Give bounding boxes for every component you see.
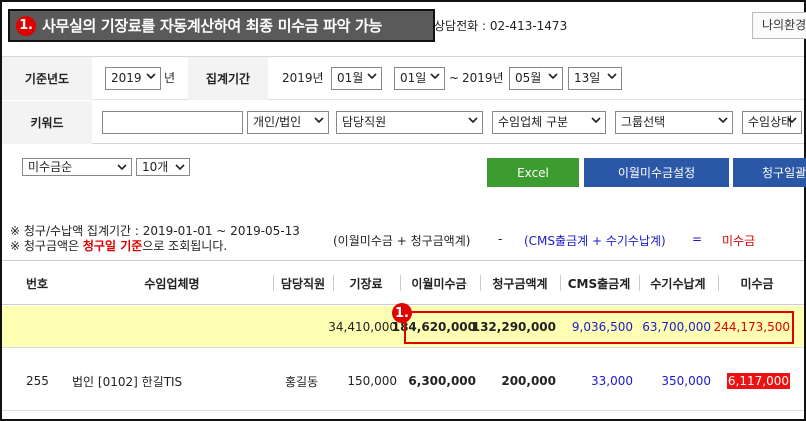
- group-select-value: 그룹선택: [621, 115, 666, 129]
- col-header-cms: CMS출금계: [567, 277, 631, 291]
- table-header: 번호 수임업체명 담당직원 기장료 이월미수금 청구금액계 CMS출금계 수기수…: [2, 260, 804, 305]
- feature-callout: 1. 사무실의 기장료를 자동계산하여 최종 미수금 파악 가능: [8, 9, 435, 42]
- status-select-value: 수임상태: [748, 115, 793, 129]
- row-carryover: 6,300,000: [408, 374, 476, 388]
- status-select[interactable]: 수임상태: [742, 111, 802, 134]
- billing-note-suffix: 으로 조회됩니다.: [142, 239, 228, 253]
- row-cms: 33,000: [591, 374, 633, 388]
- staff-select-value: 담당직원: [342, 115, 387, 129]
- page-size-value: 10개: [142, 160, 169, 174]
- formula-minus: -: [498, 232, 503, 246]
- period-tilde: ~: [449, 71, 460, 85]
- total-fee: 34,410,000: [328, 320, 397, 334]
- keyword-label: 키워드: [2, 101, 92, 144]
- row-company[interactable]: 법인 [0102] 한길TIS: [72, 360, 272, 402]
- type-select[interactable]: 개인/법인: [247, 111, 329, 134]
- col-header-carryover: 이월미수금: [411, 277, 467, 291]
- chevron-down-icon: [146, 73, 156, 80]
- period-start-month-select[interactable]: 01월: [331, 67, 382, 90]
- period-end-month-value: 05월: [515, 71, 542, 85]
- base-year-label: 기준년도: [2, 57, 92, 100]
- chevron-down-icon: [548, 73, 558, 80]
- base-year-select[interactable]: 2019: [105, 67, 161, 90]
- billing-basis-note: ※ 청구금액은 청구일 기준으로 조회됩니다.: [10, 237, 227, 254]
- staff-select[interactable]: 담당직원: [336, 111, 483, 134]
- callout-badge: 1.: [16, 15, 36, 36]
- period-start-day-value: 01일: [400, 71, 427, 85]
- total-highlight-box: [404, 311, 794, 344]
- col-header-no: 번호: [25, 277, 49, 291]
- chevron-down-icon: [718, 117, 728, 124]
- sort-order-select[interactable]: 미수금순: [22, 158, 132, 176]
- keyword-input[interactable]: [102, 111, 243, 134]
- period-end-month-select[interactable]: 05월: [509, 67, 563, 90]
- row-fee: 150,000: [347, 374, 397, 388]
- company-type-select[interactable]: 수임업체 구분: [492, 111, 606, 134]
- col-header-manual: 수기수납계: [650, 277, 706, 291]
- billing-note-highlight: 청구일 기준: [82, 239, 143, 253]
- row-staff: 홍길동: [285, 374, 319, 389]
- sort-order-value: 미수금순: [28, 160, 73, 174]
- chevron-down-icon: [367, 73, 377, 80]
- col-header-billed: 청구금액계: [492, 277, 548, 291]
- row-manual: 350,000: [661, 374, 711, 388]
- my-settings-button[interactable]: 나의환경: [752, 12, 806, 39]
- col-header-company: 수임업체명: [144, 277, 200, 291]
- row-divider: [2, 410, 804, 411]
- row-unpaid: 6,117,000: [718, 360, 790, 402]
- filter-row-period: 기준년도 2019 년 집계기간 2019년 01월 01일 ~ 2019년 0…: [2, 57, 804, 100]
- period-end-day-value: 13일: [574, 71, 601, 85]
- chevron-down-icon: [430, 73, 440, 80]
- page-size-select[interactable]: 10개: [136, 158, 190, 176]
- base-year-value: 2019: [111, 71, 142, 85]
- row-no: 255: [26, 374, 49, 388]
- row-billed: 200,000: [501, 374, 556, 388]
- callout-text: 사무실의 기장료를 자동계산하여 최종 미수금 파악 가능: [42, 17, 383, 35]
- billing-date-button[interactable]: 청구일괄: [733, 158, 806, 187]
- type-select-value: 개인/법인: [253, 115, 302, 129]
- consultation-phone: 상담전화 : 02-413-1473: [434, 19, 568, 33]
- chevron-down-icon: [314, 117, 324, 124]
- formula-carry-billed: (이월미수금 + 청구금액계): [333, 234, 471, 248]
- filter-panel: 기준년도 2019 년 집계기간 2019년 01월 01일 ~ 2019년 0…: [2, 56, 804, 144]
- chevron-down-icon: [468, 117, 478, 124]
- col-header-staff: 담당직원: [280, 277, 326, 291]
- excel-button[interactable]: Excel: [487, 158, 579, 187]
- col-header-unpaid: 미수금: [740, 277, 774, 291]
- chevron-down-icon: [607, 73, 617, 80]
- total-badge: 1.: [392, 303, 412, 323]
- formula-equals: =: [692, 232, 703, 246]
- formula-cms-manual: (CMS출금계 + 수기수납계): [524, 234, 666, 248]
- period-end-day-select[interactable]: 13일: [568, 67, 622, 90]
- period-start-day-select[interactable]: 01일: [394, 67, 445, 90]
- period-end-year: 2019년: [462, 71, 504, 85]
- formula-result: 미수금: [722, 234, 756, 248]
- filter-row-keyword: 키워드 개인/법인 담당직원 수임업체 구분 그룹선택 수임상태: [2, 101, 804, 144]
- chevron-down-icon: [787, 117, 797, 124]
- col-header-fee: 기장료: [349, 277, 383, 291]
- period-start-month-value: 01월: [337, 71, 364, 85]
- table-row[interactable]: 255 법인 [0102] 한길TIS 홍길동 150,000 6,300,00…: [2, 360, 804, 402]
- chevron-down-icon: [591, 117, 601, 124]
- company-type-select-value: 수임업체 구분: [498, 115, 569, 129]
- carryover-setting-button[interactable]: 이월미수금설정: [584, 158, 729, 187]
- year-suffix: 년: [164, 71, 176, 85]
- chevron-down-icon: [117, 164, 127, 171]
- chevron-down-icon: [175, 164, 185, 171]
- period-start-year: 2019년: [282, 71, 324, 85]
- group-select[interactable]: 그룹선택: [615, 111, 733, 134]
- period-label: 집계기간: [188, 57, 268, 100]
- billing-note-prefix: ※ 청구금액은: [10, 239, 83, 253]
- row-unpaid-value: 6,117,000: [726, 373, 790, 389]
